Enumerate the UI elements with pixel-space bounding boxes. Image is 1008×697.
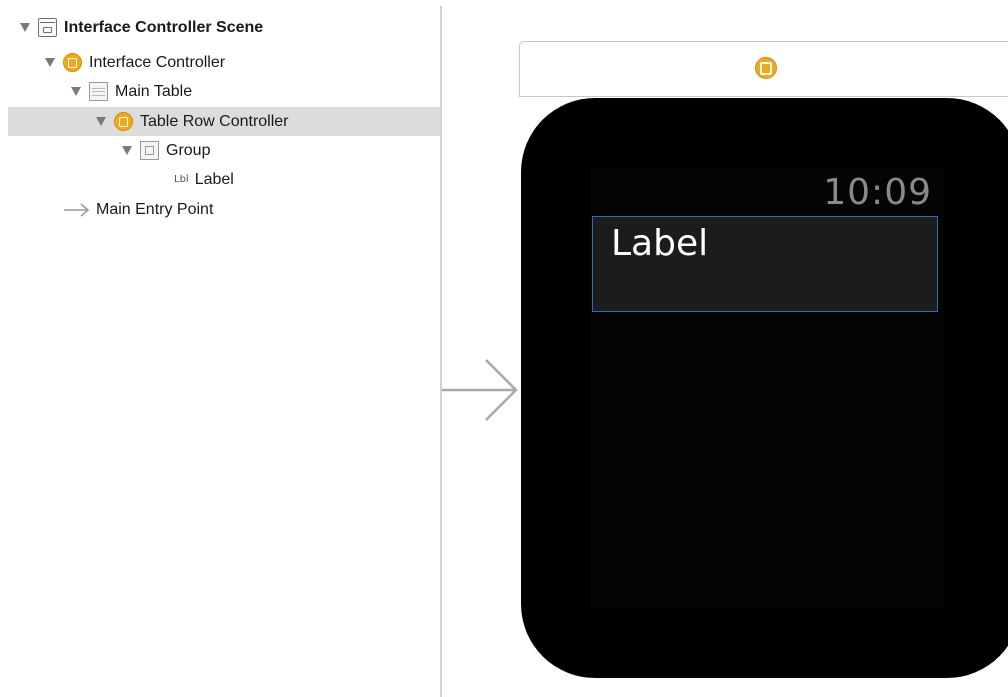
disclosure-triangle-icon[interactable] [45, 58, 55, 67]
panel-divider[interactable] [440, 6, 442, 697]
interface-controller-icon[interactable] [755, 57, 777, 79]
row-controller-icon [114, 112, 133, 131]
outline-item-main-entry-point[interactable]: Main Entry Point [8, 195, 440, 224]
label-icon: Lbl [174, 174, 189, 185]
outline-item-group[interactable]: Group [8, 136, 440, 165]
outline-item-label: Interface Controller [89, 53, 226, 71]
disclosure-triangle-icon[interactable] [122, 146, 132, 155]
storyboard-scene-icon [38, 18, 57, 37]
outline-item-interface-controller[interactable]: Interface Controller [8, 48, 440, 77]
outline-item-label-element[interactable]: Lbl Label [8, 165, 440, 194]
outline-item-label: Main Entry Point [96, 200, 214, 218]
disclosure-triangle-icon[interactable] [20, 23, 30, 32]
outline-item-label: Interface Controller Scene [64, 18, 264, 36]
disclosure-triangle-icon[interactable] [96, 117, 106, 126]
outline-item-label: Main Table [115, 82, 193, 100]
table-icon [89, 82, 108, 101]
outline-item-label: Label [194, 170, 234, 188]
outline-item-label: Group [166, 141, 211, 159]
outline-item-label: Table Row Controller [140, 112, 289, 130]
document-outline: Interface Controller Scene Interface Con… [0, 0, 441, 697]
entry-arrow-icon [64, 202, 90, 217]
outline-item-table-row-controller[interactable]: Table Row Controller [8, 107, 440, 136]
table-row[interactable]: Label [592, 216, 938, 312]
outline-item-main-table[interactable]: Main Table [8, 77, 440, 106]
outline-item-scene[interactable]: Interface Controller Scene [8, 13, 440, 42]
entry-point-arrow-icon[interactable] [442, 358, 520, 422]
row-label[interactable]: Label [611, 223, 708, 264]
interface-controller-icon [63, 53, 82, 72]
disclosure-triangle-icon[interactable] [71, 87, 81, 96]
group-icon [140, 141, 159, 160]
status-time: 10:09 [823, 172, 932, 213]
